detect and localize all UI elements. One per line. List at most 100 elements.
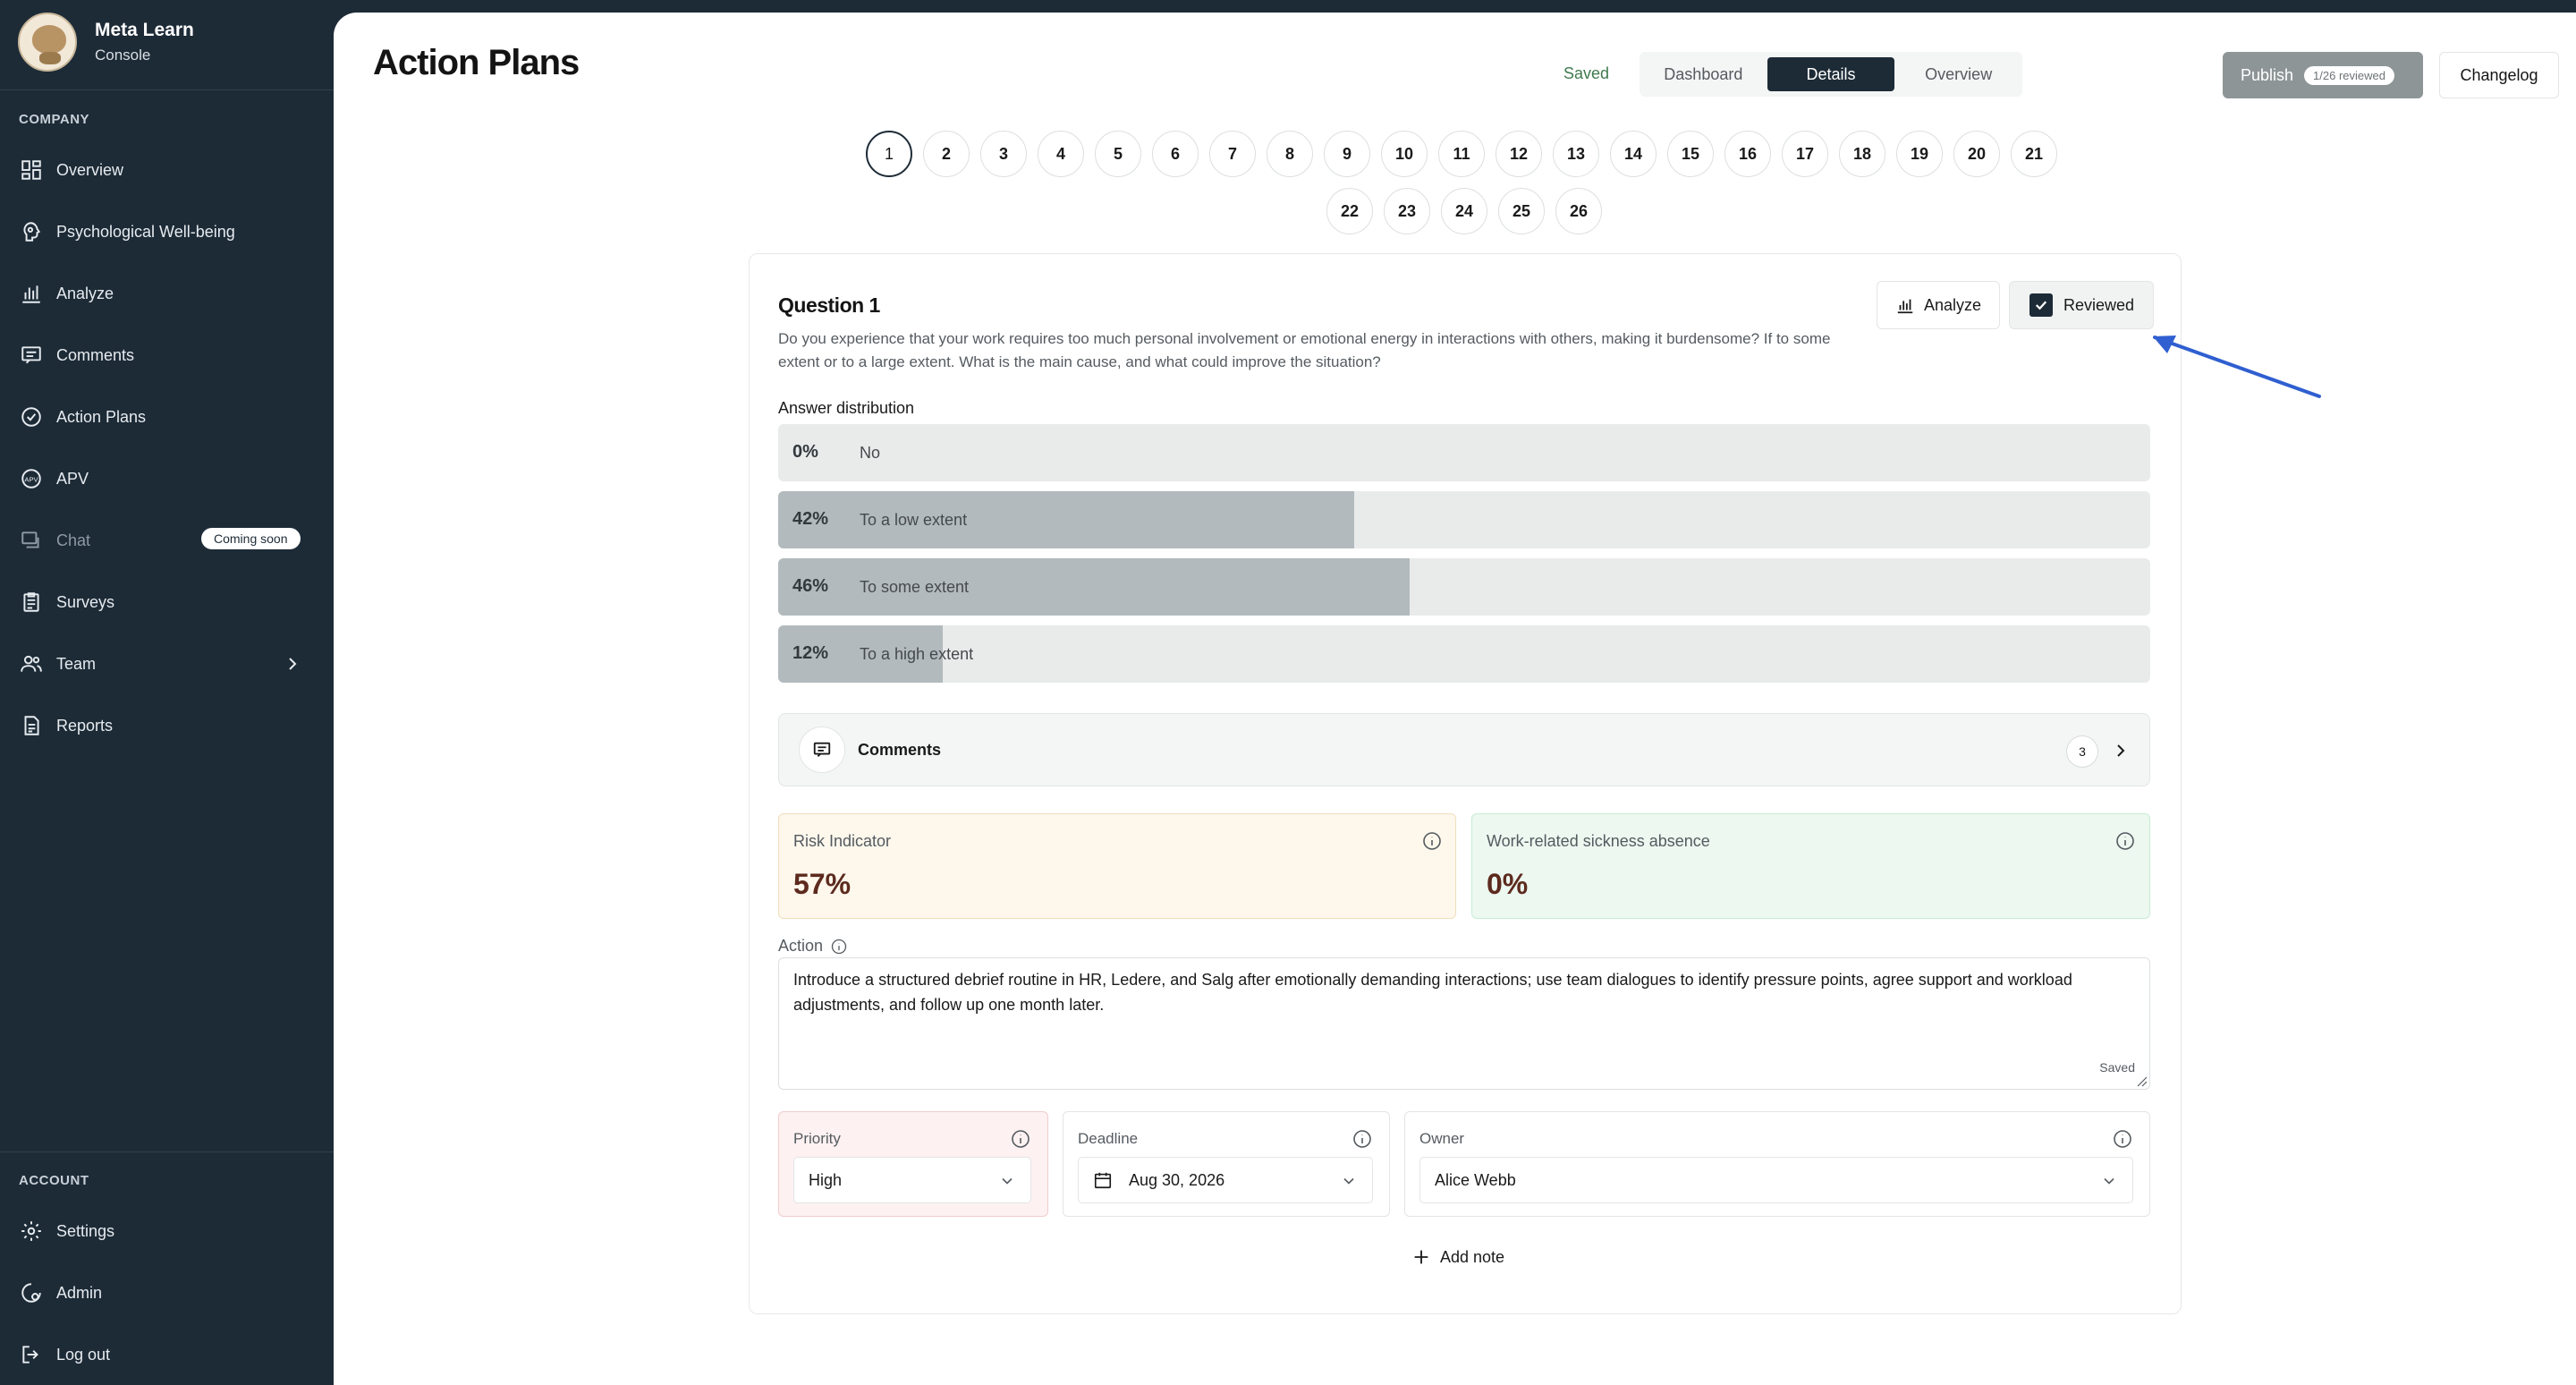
sidebar-item-label: Admin xyxy=(56,1283,103,1302)
chevron-right-icon[interactable] xyxy=(282,653,303,675)
page-16-button[interactable]: 16 xyxy=(1724,131,1771,177)
page-8-button[interactable]: 8 xyxy=(1267,131,1313,177)
tab-overview[interactable]: Overview xyxy=(1894,52,2022,97)
sidebar-item-settings[interactable]: Settings xyxy=(19,1215,314,1247)
distribution-label: No xyxy=(860,444,881,462)
owner-select[interactable]: Alice Webb xyxy=(1419,1157,2133,1203)
page-11-button[interactable]: 11 xyxy=(1438,131,1485,177)
page-19-button[interactable]: 19 xyxy=(1896,131,1943,177)
distribution-percent: 42% xyxy=(792,509,829,529)
sidebar-item-label: Psychological Well-being xyxy=(56,222,235,241)
brand[interactable]: Meta Learn Console xyxy=(18,13,194,72)
sidebar-item-label: Log out xyxy=(56,1345,111,1364)
page-21-button[interactable]: 21 xyxy=(2011,131,2057,177)
chevron-down-icon xyxy=(2104,1177,2114,1185)
reviewed-checkbox[interactable] xyxy=(2029,293,2053,317)
page-5-button[interactable]: 5 xyxy=(1095,131,1141,177)
add-note-button[interactable]: Add note xyxy=(1411,1247,1504,1267)
info-icon[interactable] xyxy=(2114,830,2136,852)
tab-dashboard[interactable]: Dashboard xyxy=(1640,52,1767,97)
distribution-row: 0% No xyxy=(778,424,2150,481)
distribution-percent: 0% xyxy=(792,442,818,462)
owner-label: Owner xyxy=(1419,1130,1465,1147)
sidebar-divider xyxy=(0,89,334,90)
main-panel: Action Plans Saved Dashboard Details Ove… xyxy=(334,13,2576,1385)
page-3-button[interactable]: 3 xyxy=(980,131,1027,177)
sidebar-item-team[interactable]: Team xyxy=(19,648,314,680)
deadline-field: Deadline Aug 30, 2026 xyxy=(1063,1111,1390,1217)
page-13-button[interactable]: 13 xyxy=(1553,131,1599,177)
changelog-button[interactable]: Changelog xyxy=(2439,52,2559,98)
sidebar-divider xyxy=(0,1151,334,1152)
reviewed-count-pill: 1/26 reviewed xyxy=(2304,65,2394,85)
sidebar-item-analyze[interactable]: Analyze xyxy=(19,277,314,310)
page-10-button[interactable]: 10 xyxy=(1381,131,1428,177)
brain-logo-icon xyxy=(18,13,77,72)
sidebar-item-admin[interactable]: Admin xyxy=(19,1277,314,1309)
sidebar-item-psychological-well-being[interactable]: Psychological Well-being xyxy=(19,216,314,248)
sidebar-item-surveys[interactable]: Surveys xyxy=(19,586,314,618)
sidebar-item-label: APV xyxy=(56,469,89,488)
page-7-button[interactable]: 7 xyxy=(1209,131,1256,177)
chevron-right-icon[interactable] xyxy=(2110,740,2131,761)
sidebar-item-chat[interactable]: Chat Coming soon xyxy=(19,524,314,557)
reviewed-label: Reviewed xyxy=(2063,295,2135,314)
sidebar-item-label: Comments xyxy=(56,345,135,364)
users-icon xyxy=(19,651,44,676)
page-4-button[interactable]: 4 xyxy=(1038,131,1084,177)
reviewed-toggle[interactable]: Reviewed xyxy=(2009,281,2154,329)
priority-select[interactable]: High xyxy=(793,1157,1031,1203)
comment-icon xyxy=(799,726,845,773)
resize-handle-icon[interactable] xyxy=(2135,1075,2148,1087)
app-name: Meta Learn xyxy=(95,20,194,40)
page-22-button[interactable]: 22 xyxy=(1326,188,1373,234)
check-circle-icon xyxy=(19,404,44,429)
chevron-down-icon xyxy=(1343,1177,1354,1185)
page-15-button[interactable]: 15 xyxy=(1667,131,1714,177)
deadline-date-picker[interactable]: Aug 30, 2026 xyxy=(1078,1157,1373,1203)
page-24-button[interactable]: 24 xyxy=(1441,188,1487,234)
info-icon[interactable] xyxy=(1352,1128,1373,1150)
analyze-button[interactable]: Analyze xyxy=(1877,281,2000,329)
svg-text:APV: APV xyxy=(24,475,38,483)
comment-icon xyxy=(19,343,44,368)
page-12-button[interactable]: 12 xyxy=(1496,131,1542,177)
page-9-button[interactable]: 9 xyxy=(1324,131,1370,177)
sidebar-item-action-plans[interactable]: Action Plans xyxy=(19,401,314,433)
sidebar-item-reports[interactable]: Reports xyxy=(19,709,314,742)
info-icon[interactable] xyxy=(1010,1128,1031,1150)
plus-icon xyxy=(1414,1250,1428,1264)
comments-accordion[interactable]: Comments 3 xyxy=(778,713,2150,786)
sidebar-item-label: Overview xyxy=(56,160,124,179)
priority-label: Priority xyxy=(793,1130,841,1147)
sidebar-item-log-out[interactable]: Log out xyxy=(19,1338,314,1371)
sidebar-item-label: Analyze xyxy=(56,284,114,302)
page-25-button[interactable]: 25 xyxy=(1498,188,1545,234)
action-label: Action xyxy=(778,937,824,955)
info-icon[interactable] xyxy=(830,938,848,956)
page-2-button[interactable]: 2 xyxy=(923,131,970,177)
info-icon[interactable] xyxy=(2112,1128,2133,1150)
page-20-button[interactable]: 20 xyxy=(1953,131,2000,177)
page-14-button[interactable]: 14 xyxy=(1610,131,1657,177)
owner-field: Owner Alice Webb xyxy=(1404,1111,2150,1217)
info-icon[interactable] xyxy=(1421,830,1443,852)
analyze-label: Analyze xyxy=(1923,295,1982,314)
distribution-percent: 12% xyxy=(792,643,829,663)
page-1-button[interactable]: 1 xyxy=(866,131,912,177)
sickness-absence-label: Work-related sickness absence xyxy=(1487,832,1710,850)
page-6-button[interactable]: 6 xyxy=(1152,131,1199,177)
answer-distribution-label: Answer distribution xyxy=(778,399,915,417)
publish-button[interactable]: Publish 1/26 reviewed xyxy=(2223,52,2423,98)
page-26-button[interactable]: 26 xyxy=(1555,188,1602,234)
page-23-button[interactable]: 23 xyxy=(1384,188,1430,234)
sidebar-item-comments[interactable]: Comments xyxy=(19,339,314,371)
saved-status: Saved xyxy=(1563,64,1610,82)
sidebar-item-apv[interactable]: APV APV xyxy=(19,463,314,495)
page-18-button[interactable]: 18 xyxy=(1839,131,1885,177)
sidebar-item-overview[interactable]: Overview xyxy=(19,154,314,186)
tab-details[interactable]: Details xyxy=(1767,57,1895,91)
action-text: Introduce a structured debrief routine i… xyxy=(793,971,2072,1014)
action-textarea[interactable]: Introduce a structured debrief routine i… xyxy=(778,957,2150,1090)
page-17-button[interactable]: 17 xyxy=(1782,131,1828,177)
